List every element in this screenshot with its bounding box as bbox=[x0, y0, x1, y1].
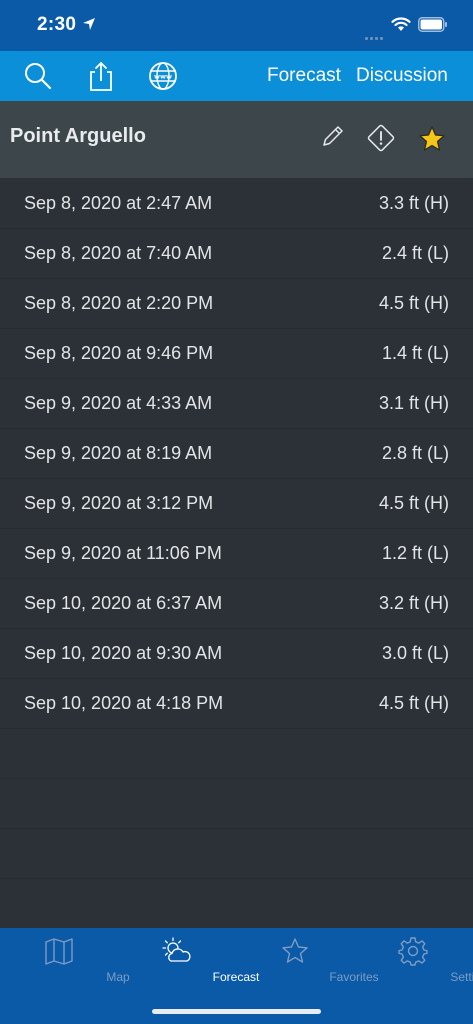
tab-settings[interactable]: Settings bbox=[354, 928, 473, 986]
tide-row[interactable]: Sep 10, 2020 at 4:18 PM 4.5 ft (H) bbox=[0, 679, 473, 729]
toolbar: www Forecast Discussion bbox=[0, 51, 473, 101]
tide-height: 4.5 ft (H) bbox=[378, 693, 449, 713]
empty-row bbox=[0, 779, 473, 829]
tide-height: 3.3 ft (H) bbox=[378, 193, 449, 213]
location-arrow-icon bbox=[83, 18, 95, 30]
tide-row[interactable]: Sep 10, 2020 at 6:37 AM 3.2 ft (H) bbox=[0, 579, 473, 629]
battery-icon bbox=[418, 17, 447, 32]
tide-datetime: Sep 8, 2020 at 9:46 PM bbox=[24, 343, 214, 363]
tide-list: Sep 8, 2020 at 2:47 AM 3.3 ft (H) Sep 8,… bbox=[0, 179, 473, 929]
tide-height: 3.0 ft (L) bbox=[381, 643, 449, 663]
discussion-link[interactable]: Discussion bbox=[356, 65, 448, 87]
forecast-icon bbox=[162, 937, 191, 962]
tide-row[interactable]: Sep 10, 2020 at 9:30 AM 3.0 ft (L) bbox=[0, 629, 473, 679]
star-icon bbox=[282, 938, 308, 963]
home-indicator[interactable] bbox=[152, 1009, 321, 1014]
tide-row[interactable]: Sep 9, 2020 at 11:06 PM 1.2 ft (L) bbox=[0, 529, 473, 579]
tide-row[interactable]: Sep 9, 2020 at 8:19 AM 2.8 ft (L) bbox=[0, 429, 473, 479]
tide-datetime: Sep 9, 2020 at 8:19 AM bbox=[24, 443, 213, 463]
cellular-signal-icon bbox=[365, 27, 385, 45]
status-bar: 2:30 bbox=[0, 0, 473, 51]
tide-height: 3.2 ft (H) bbox=[378, 593, 449, 613]
tide-row[interactable]: Sep 8, 2020 at 2:47 AM 3.3 ft (H) bbox=[0, 179, 473, 229]
tide-height: 1.4 ft (L) bbox=[381, 343, 449, 363]
tide-height: 2.4 ft (L) bbox=[381, 243, 449, 263]
tide-datetime: Sep 10, 2020 at 9:30 AM bbox=[24, 643, 223, 663]
tab-map[interactable]: Map bbox=[0, 928, 130, 986]
globe-icon[interactable]: www bbox=[147, 60, 179, 92]
tide-datetime: Sep 9, 2020 at 3:12 PM bbox=[24, 493, 214, 513]
search-icon[interactable] bbox=[22, 60, 54, 92]
tide-datetime: Sep 8, 2020 at 2:47 AM bbox=[24, 193, 213, 213]
tide-row[interactable]: Sep 9, 2020 at 4:33 AM 3.1 ft (H) bbox=[0, 379, 473, 429]
status-time: 2:30 bbox=[37, 14, 77, 35]
tide-row[interactable]: Sep 9, 2020 at 3:12 PM 4.5 ft (H) bbox=[0, 479, 473, 529]
tide-height: 3.1 ft (H) bbox=[378, 393, 449, 413]
tab-favorites[interactable]: Favorites bbox=[236, 928, 379, 986]
favorite-star-icon[interactable] bbox=[417, 124, 447, 154]
empty-row bbox=[0, 879, 473, 929]
warning-icon[interactable] bbox=[366, 123, 396, 153]
tide-height: 2.8 ft (L) bbox=[381, 443, 449, 463]
share-icon[interactable] bbox=[85, 60, 117, 92]
tide-height: 4.5 ft (H) bbox=[378, 293, 449, 313]
tide-row[interactable]: Sep 8, 2020 at 7:40 AM 2.4 ft (L) bbox=[0, 229, 473, 279]
pencil-icon[interactable] bbox=[318, 121, 348, 151]
wifi-icon bbox=[391, 17, 411, 31]
tide-datetime: Sep 8, 2020 at 2:20 PM bbox=[24, 293, 214, 313]
station-header: Point Arguello bbox=[0, 101, 473, 179]
tide-datetime: Sep 10, 2020 at 4:18 PM bbox=[24, 693, 224, 713]
tide-height: 4.5 ft (H) bbox=[378, 493, 449, 513]
tab-forecast[interactable]: Forecast bbox=[118, 928, 259, 986]
empty-row bbox=[0, 729, 473, 779]
tide-datetime: Sep 9, 2020 at 4:33 AM bbox=[24, 393, 213, 413]
tide-datetime: Sep 10, 2020 at 6:37 AM bbox=[24, 593, 223, 613]
gear-icon bbox=[398, 937, 428, 966]
map-icon bbox=[45, 938, 73, 965]
empty-row bbox=[0, 829, 473, 879]
tide-height: 1.2 ft (L) bbox=[381, 543, 449, 563]
svg-text:www: www bbox=[154, 73, 172, 81]
tide-datetime: Sep 9, 2020 at 11:06 PM bbox=[24, 543, 222, 563]
tide-datetime: Sep 8, 2020 at 7:40 AM bbox=[24, 243, 213, 263]
station-name: Point Arguello bbox=[10, 125, 146, 147]
tab-label: Settings bbox=[450, 970, 473, 984]
tide-row[interactable]: Sep 8, 2020 at 9:46 PM 1.4 ft (L) bbox=[0, 329, 473, 379]
tide-row[interactable]: Sep 8, 2020 at 2:20 PM 4.5 ft (H) bbox=[0, 279, 473, 329]
forecast-link[interactable]: Forecast bbox=[267, 65, 341, 87]
